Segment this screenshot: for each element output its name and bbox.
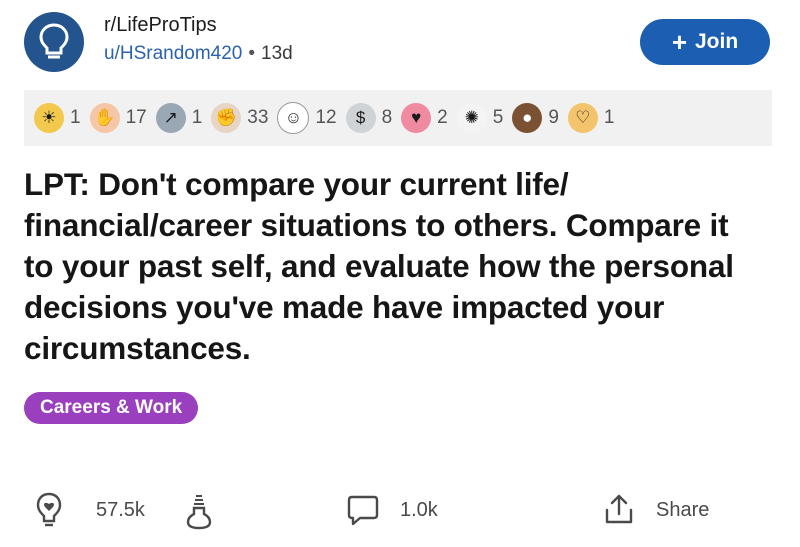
award-money-jar[interactable]: $ 8 bbox=[345, 103, 393, 133]
comment-count: 1.0k bbox=[400, 498, 438, 521]
award-hugz[interactable]: ✊ 33 bbox=[211, 103, 268, 133]
plus-icon: + bbox=[671, 27, 687, 57]
award-dance[interactable]: ✺ 5 bbox=[456, 103, 504, 133]
award-wholesome[interactable]: ☺ 12 bbox=[277, 102, 337, 134]
share-label: Share bbox=[656, 498, 710, 521]
author-link[interactable]: u/HSrandom420 bbox=[104, 43, 242, 64]
award-heart-eyes[interactable]: ♥ 2 bbox=[401, 103, 448, 133]
post-title[interactable]: LPT: Don't compare your current life/ fi… bbox=[24, 164, 764, 369]
comments-button[interactable]: 1.0k bbox=[346, 482, 438, 538]
award-count: 8 bbox=[381, 107, 393, 128]
subreddit-lightbulb-icon[interactable] bbox=[24, 12, 84, 72]
award-gold[interactable]: ☀ 1 bbox=[34, 103, 81, 133]
award-count: 12 bbox=[315, 107, 337, 128]
join-button[interactable]: + Join bbox=[640, 19, 770, 65]
upvote-lightbulb-icon bbox=[36, 492, 62, 527]
award-heart-face[interactable]: ♡ 1 bbox=[567, 103, 615, 133]
stonks-rising-award-icon: ↗ bbox=[155, 103, 186, 133]
award-count: 9 bbox=[548, 107, 559, 128]
comment-icon bbox=[347, 495, 379, 526]
join-label: Join bbox=[695, 30, 739, 53]
hugz-award-icon: ✊ bbox=[211, 103, 242, 133]
heart-eyes-award-icon: ♥ bbox=[401, 103, 432, 133]
award-bear[interactable]: ● 9 bbox=[512, 103, 559, 133]
downvote-lightbulb-icon bbox=[186, 495, 212, 530]
post-actions: 57.5k 1.0k Share bbox=[24, 482, 776, 538]
post-flair[interactable]: Careers & Work bbox=[24, 392, 199, 424]
subreddit-name[interactable]: r/LifeProTips bbox=[104, 12, 293, 38]
wholesome-award-icon: ☺ bbox=[277, 102, 310, 134]
award-count: 5 bbox=[492, 107, 504, 128]
share-icon bbox=[605, 494, 633, 524]
byline-separator: • bbox=[248, 43, 256, 64]
post-header: r/LifeProTips u/HSrandom420 • 13d + Join bbox=[24, 10, 776, 76]
helpful-hand-award-icon: ✋ bbox=[89, 103, 120, 133]
heart-face-award-icon: ♡ bbox=[567, 103, 598, 133]
award-helpful-hand[interactable]: ✋ 17 bbox=[89, 103, 147, 133]
award-stonks[interactable]: ↗ 1 bbox=[155, 103, 203, 133]
post-meta: r/LifeProTips u/HSrandom420 • 13d bbox=[104, 12, 293, 68]
awards-bar[interactable]: ☀ 1 ✋ 17 ↗ 1 ✊ 33 ☺ 12 $ 8 ♥ 2 ✺ 5 ● 9 ♡… bbox=[24, 90, 772, 146]
award-count: 17 bbox=[125, 107, 147, 128]
share-button[interactable]: Share bbox=[602, 482, 709, 538]
money-jar-award-icon: $ bbox=[345, 103, 376, 133]
award-count: 2 bbox=[437, 107, 448, 128]
vote-score: 57.5k bbox=[96, 498, 145, 521]
award-count: 33 bbox=[247, 107, 269, 128]
dance-award-icon: ✺ bbox=[456, 103, 487, 133]
award-count: 1 bbox=[70, 107, 81, 128]
upvote-button[interactable] bbox=[34, 482, 64, 538]
downvote-button[interactable] bbox=[184, 482, 214, 538]
byline: u/HSrandom420 • 13d bbox=[104, 40, 293, 68]
gold-award-icon: ☀ bbox=[34, 103, 64, 133]
award-count: 1 bbox=[191, 107, 203, 128]
post-age: 13d bbox=[261, 43, 293, 64]
bear-award-icon: ● bbox=[512, 103, 543, 133]
award-count: 1 bbox=[603, 107, 615, 128]
